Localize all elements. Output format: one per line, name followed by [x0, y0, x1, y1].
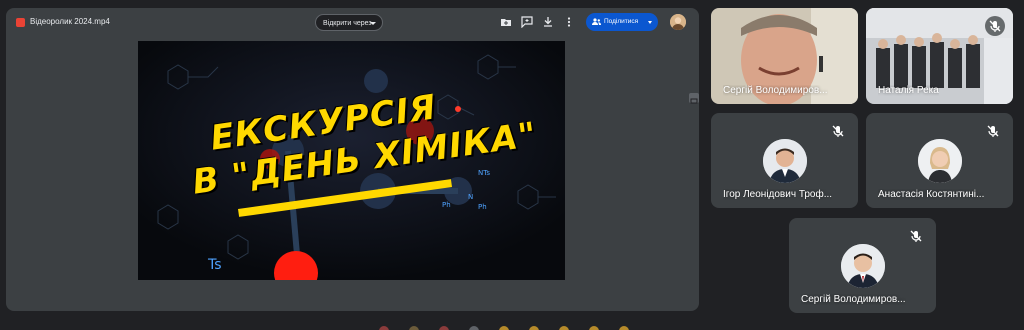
- download-icon[interactable]: [542, 16, 554, 28]
- presentation-panel: Відеоролик 2024.mp4 Відкрити через Поділ…: [6, 8, 699, 311]
- panel-icon: [690, 98, 698, 104]
- presentation-toolbar: Відеоролик 2024.mp4 Відкрити через Поділ…: [6, 8, 699, 38]
- participant-name: Анастасія Костянтині...: [878, 189, 985, 200]
- mic-off-icon: [983, 121, 1003, 141]
- reactions-bar[interactable]: [370, 322, 640, 330]
- people-icon: [592, 18, 601, 25]
- avatar: [763, 139, 807, 183]
- participant-name: Сергій Володимиров...: [801, 294, 906, 305]
- side-panel-toggle[interactable]: [689, 93, 699, 104]
- open-with-button[interactable]: Відкрити через: [315, 14, 383, 31]
- participant-tile[interactable]: Анастасія Костянтині...: [866, 113, 1013, 208]
- more-options-icon[interactable]: [563, 16, 575, 28]
- video-player[interactable]: NTs Ph N Ph Ts ЕКСКУРСІЯ В "ДЕНЬ ХІМІКА": [138, 41, 565, 280]
- mic-off-icon: [985, 16, 1005, 36]
- open-with-label: Відкрити через: [323, 20, 372, 27]
- participant-tile[interactable]: Наталія Река: [866, 8, 1013, 104]
- video-title: ЕКСКУРСІЯ В "ДЕНЬ ХІМІКА": [138, 41, 565, 280]
- comment-icon[interactable]: [521, 16, 533, 28]
- chevron-down-icon: [370, 22, 376, 25]
- participant-name: Сергій Володимиров...: [723, 85, 828, 96]
- participant-tile[interactable]: Сергій Володимиров...: [711, 8, 858, 104]
- user-avatar[interactable]: [670, 14, 686, 30]
- participant-name: Ігор Леонідович Троф...: [723, 189, 833, 200]
- avatar: [918, 139, 962, 183]
- share-label: Поділитися: [604, 18, 639, 25]
- chevron-down-icon: [648, 21, 652, 24]
- add-to-drive-icon[interactable]: [500, 16, 512, 28]
- share-button[interactable]: Поділитися: [586, 13, 658, 31]
- mic-off-icon: [828, 121, 848, 141]
- participant-tile[interactable]: Сергій Володимиров...: [789, 218, 936, 313]
- participant-name: Наталія Река: [878, 85, 939, 96]
- video-file-icon: [16, 18, 25, 27]
- mic-off-icon: [906, 226, 926, 246]
- avatar: [841, 244, 885, 288]
- file-name: Відеоролик 2024.mp4: [30, 17, 110, 26]
- participant-tile[interactable]: Ігор Леонідович Троф...: [711, 113, 858, 208]
